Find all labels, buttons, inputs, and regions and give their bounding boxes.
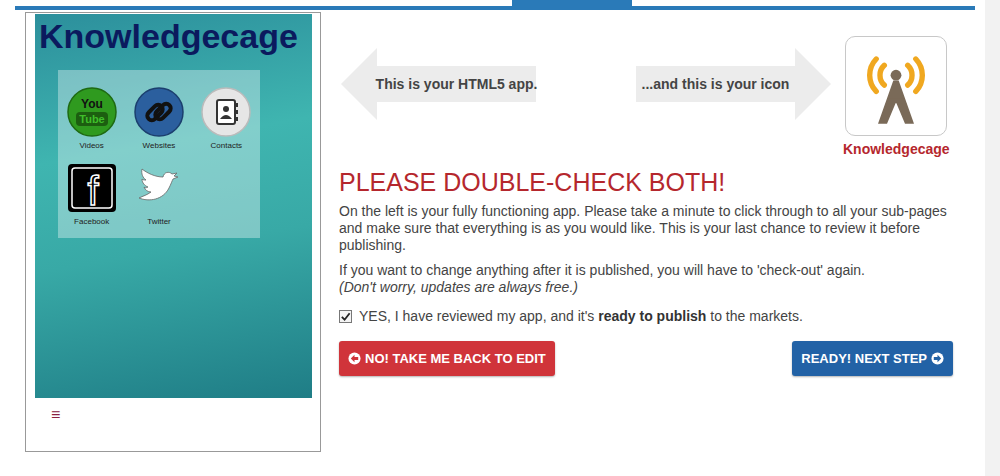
confirm-checkbox-row[interactable]: YES, I have reviewed my app, and it's re… xyxy=(339,308,953,324)
active-tab-marker xyxy=(512,0,632,6)
callout-arrow: ...and this is your icon xyxy=(636,48,831,120)
publish-review-page: Knowledgecage You Tube Videos Websites Contac… xyxy=(0,0,1000,476)
app-tile-label: Facebook xyxy=(74,217,109,226)
app-tile-label: Websites xyxy=(143,141,176,150)
heading: PLEASE DOUBLE-CHECK BOTH! xyxy=(339,167,953,197)
next-step-button[interactable]: READY! NEXT STEP xyxy=(792,341,953,376)
app-tile-label: Contacts xyxy=(211,141,243,150)
top-rule xyxy=(15,6,975,10)
app-tile[interactable]: You Tube Videos xyxy=(58,86,125,150)
youtube-icon: You Tube xyxy=(66,86,118,138)
app-tile[interactable]: f Facebook xyxy=(58,162,125,226)
arrow-right-circle-icon xyxy=(931,352,944,365)
facebook-icon: f xyxy=(66,162,118,214)
app-title: Knowledgecage xyxy=(35,14,312,56)
antenna-tower-icon xyxy=(851,41,941,131)
svg-text:Tube: Tube xyxy=(79,113,104,125)
app-icon-preview xyxy=(845,36,947,136)
chain-link-icon xyxy=(133,86,185,138)
confirm-checkbox[interactable] xyxy=(339,310,352,323)
app-preview[interactable]: Knowledgecage You Tube Videos Websites Contac… xyxy=(25,12,321,452)
menu-icon[interactable]: ≡ xyxy=(26,398,320,424)
info-paragraph: If you want to change anything after it … xyxy=(339,262,951,296)
svg-text:f: f xyxy=(87,169,99,213)
app-tile[interactable]: Websites xyxy=(125,86,192,150)
address-book-icon xyxy=(200,86,252,138)
app-icon-grid: You Tube Videos Websites Contacts f Facebook Tw… xyxy=(58,70,260,238)
app-tile[interactable]: Twitter xyxy=(125,162,192,226)
app-tile-label: Twitter xyxy=(147,217,171,226)
svg-text:You: You xyxy=(81,97,103,111)
callout-arrow: This is your HTML5 app. xyxy=(341,48,536,120)
info-paragraph: On the left is your fully functioning ap… xyxy=(339,203,951,254)
app-screen: Knowledgecage You Tube Videos Websites Contac… xyxy=(35,14,312,398)
checkmark-icon xyxy=(340,311,351,322)
app-tile-label: Videos xyxy=(80,141,104,150)
arrow-left-circle-icon xyxy=(348,352,361,365)
app-tile[interactable]: Contacts xyxy=(193,86,260,150)
back-to-edit-button[interactable]: NO! TAKE ME BACK TO EDIT xyxy=(339,341,555,376)
twitter-bird-icon xyxy=(133,162,185,214)
app-icon-label: Knowledgecage xyxy=(843,141,950,157)
